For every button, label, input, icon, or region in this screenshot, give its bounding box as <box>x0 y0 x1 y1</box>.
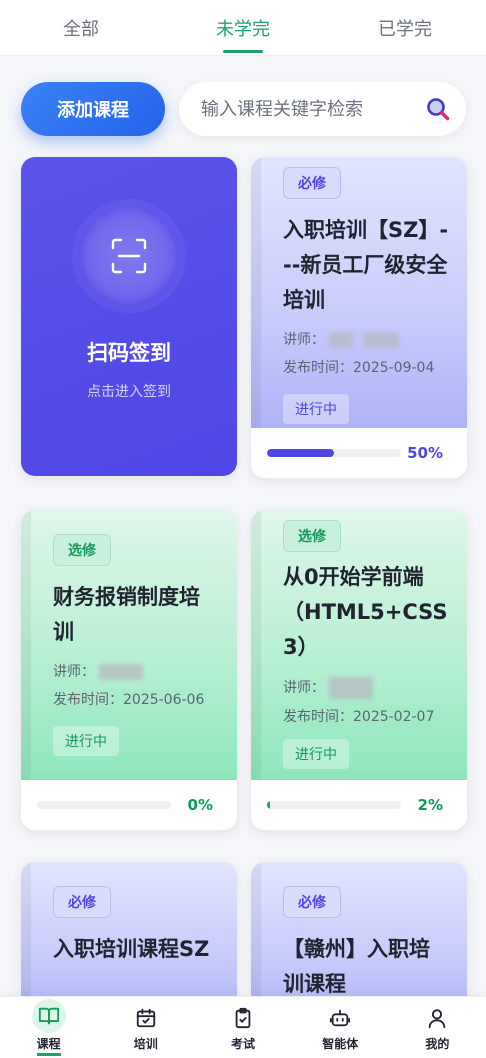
course-title: 【赣州】入职培训课程 <box>283 937 430 996</box>
scan-checkin-card[interactable]: 扫码签到 点击进入签到 <box>21 157 237 476</box>
search-input[interactable] <box>201 98 424 120</box>
course-title: 财务报销制度培训 <box>53 585 200 644</box>
course-card[interactable]: 必修 入职培训【SZ】---新员工厂级安全培训 讲师： 发布时间： 2025-09… <box>251 157 467 478</box>
course-title: 入职培训【SZ】---新员工厂级安全培训 <box>283 218 449 312</box>
course-type-badge: 必修 <box>283 167 341 199</box>
course-title: 入职培训课程SZ <box>53 937 210 961</box>
nav-agent[interactable]: 智能体 <box>292 997 389 1058</box>
user-icon <box>422 1003 452 1033</box>
course-type-badge: 必修 <box>283 886 341 918</box>
book-icon <box>31 999 66 1033</box>
progress-percent: 0% <box>187 796 213 814</box>
progress-bar <box>267 449 401 457</box>
progress-percent: 2% <box>417 796 443 814</box>
course-teacher: 讲师： <box>283 330 449 350</box>
course-tabs: 全部 未学完 已学完 <box>0 0 486 56</box>
nav-profile[interactable]: 我的 <box>389 997 486 1058</box>
course-status-badge: 进行中 <box>283 394 349 424</box>
course-type-badge: 选修 <box>53 534 111 566</box>
search-box <box>179 82 466 136</box>
tab-unfinished[interactable]: 未学完 <box>162 0 324 55</box>
course-card[interactable]: 选修 从0开始学前端（HTML5+CSS3） 讲师： 发布时间： 2025-02-… <box>251 510 467 830</box>
scan-subtitle: 点击进入签到 <box>87 383 171 400</box>
course-progress: 50% <box>251 428 467 478</box>
add-course-button[interactable]: 添加课程 <box>21 82 165 136</box>
course-publish-time: 发布时间： 2025-06-06 <box>53 692 205 708</box>
scan-icon-ring <box>82 208 176 303</box>
course-title: 从0开始学前端（HTML5+CSS3） <box>283 565 448 659</box>
progress-bar <box>37 801 171 809</box>
tab-finished[interactable]: 已学完 <box>324 0 486 55</box>
course-card[interactable]: 选修 财务报销制度培训 讲师： 发布时间： 2025-06-06 进行中 0% <box>21 510 237 830</box>
bottom-nav: 课程 培训 考试 智能体 我的 <box>0 996 486 1058</box>
course-status-badge: 进行中 <box>283 739 349 769</box>
progress-percent: 50% <box>407 444 443 462</box>
course-teacher: 讲师： <box>283 677 449 699</box>
course-publish-time: 发布时间： 2025-02-07 <box>283 709 435 725</box>
clipboard-check-icon <box>228 1003 258 1033</box>
nav-label: 我的 <box>425 1037 450 1051</box>
nav-courses[interactable]: 课程 <box>0 997 97 1058</box>
course-progress: 2% <box>251 780 467 830</box>
nav-training[interactable]: 培训 <box>97 997 194 1058</box>
nav-label: 课程 <box>36 1035 61 1056</box>
nav-label: 考试 <box>231 1037 256 1051</box>
course-progress: 0% <box>21 780 237 830</box>
course-teacher: 讲师： <box>53 662 219 682</box>
tab-all[interactable]: 全部 <box>0 0 162 55</box>
calendar-check-icon <box>131 1003 161 1033</box>
course-status-badge: 进行中 <box>53 726 119 756</box>
qr-scan-icon <box>111 238 147 273</box>
course-type-badge: 选修 <box>283 520 341 552</box>
course-publish-time: 发布时间： 2025-09-04 <box>283 360 435 376</box>
course-type-badge: 必修 <box>53 886 111 918</box>
nav-label: 培训 <box>133 1037 158 1051</box>
scan-title: 扫码签到 <box>87 340 171 365</box>
search-icon[interactable] <box>424 95 452 123</box>
nav-exam[interactable]: 考试 <box>194 997 291 1058</box>
robot-icon <box>325 1003 355 1033</box>
nav-label: 智能体 <box>322 1037 359 1051</box>
progress-bar <box>267 801 401 809</box>
